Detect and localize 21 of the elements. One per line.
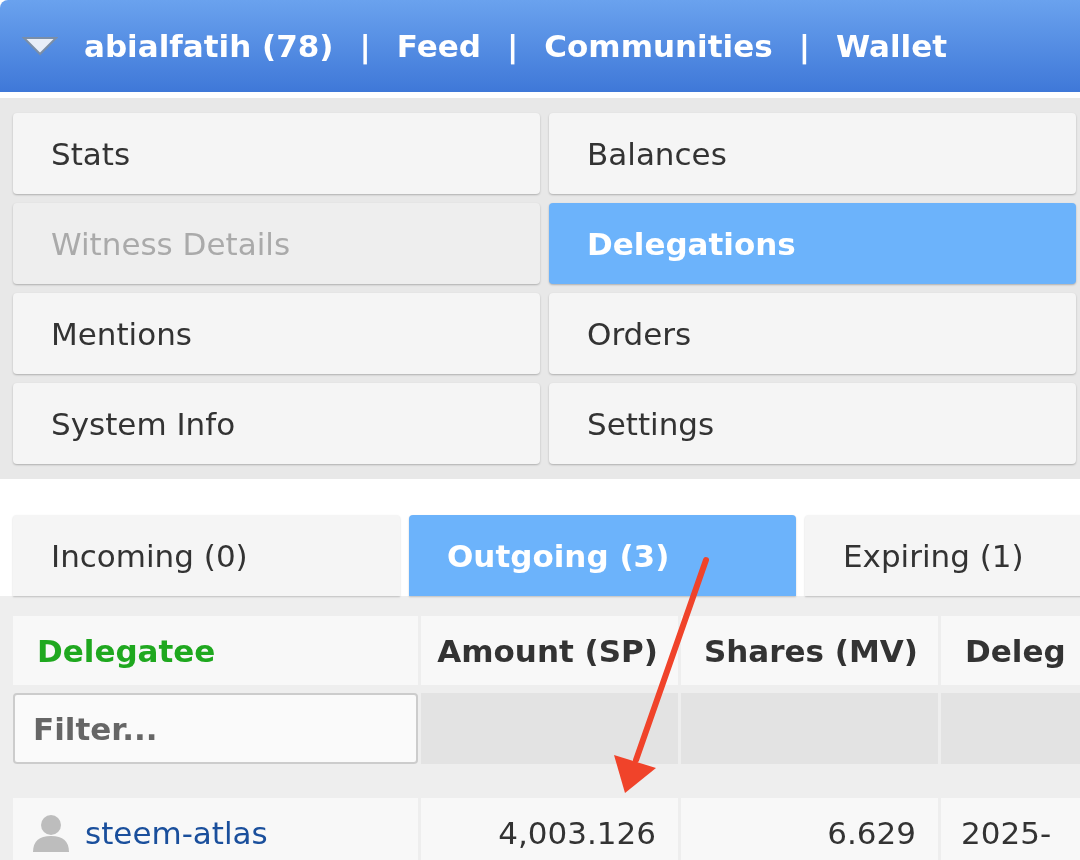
table-cell: 2025-: [941, 798, 1080, 860]
table-cell: 6.629: [681, 798, 938, 860]
menu-button[interactable]: Orders: [549, 293, 1076, 374]
column-header[interactable]: Deleg: [941, 616, 1080, 685]
menu-button[interactable]: Settings: [549, 383, 1076, 464]
tab[interactable]: Expiring (1): [805, 515, 1080, 596]
dropdown-icon[interactable]: [22, 35, 58, 57]
menu-button[interactable]: Balances: [549, 113, 1076, 194]
menu-button[interactable]: Stats: [13, 113, 540, 194]
menu-button[interactable]: System Info: [13, 383, 540, 464]
table-cell: 4,003.126: [421, 798, 678, 860]
tab[interactable]: Incoming (0): [13, 515, 400, 596]
column-header[interactable]: Amount (SP): [421, 616, 678, 685]
menu-button[interactable]: Mentions: [13, 293, 540, 374]
separator: |: [359, 28, 371, 64]
user-link[interactable]: steem-atlas: [85, 815, 268, 851]
user-icon: [33, 814, 69, 852]
separator: |: [506, 28, 519, 64]
separator: |: [798, 28, 810, 64]
filter-field[interactable]: Filter...: [13, 693, 418, 764]
column-header[interactable]: Shares (MV): [681, 616, 938, 685]
